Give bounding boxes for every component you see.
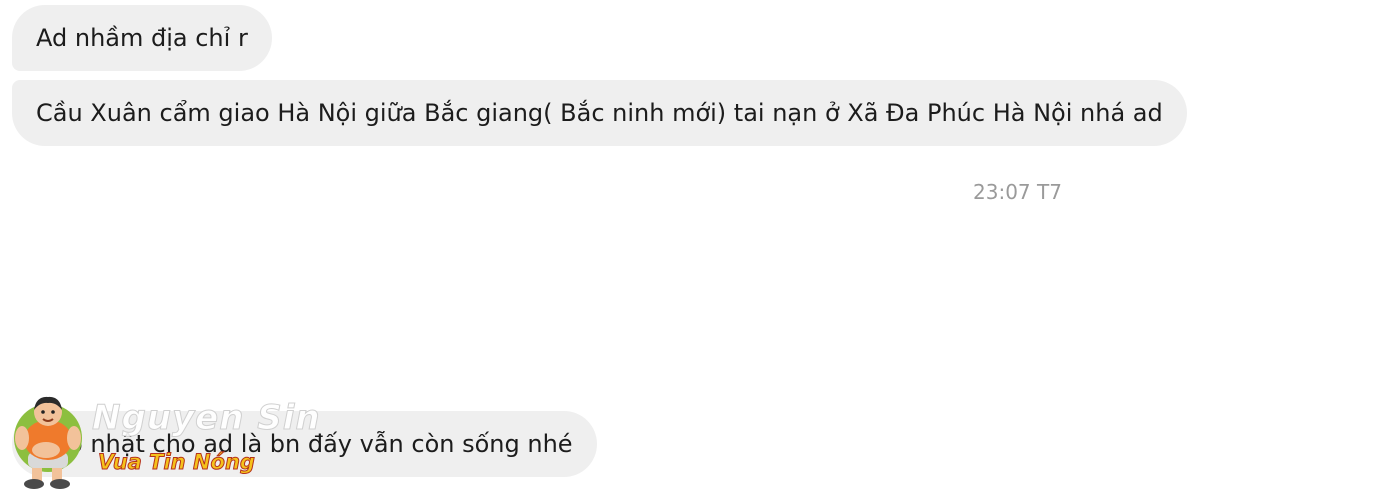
message-timestamp: 23:07 T7 — [973, 180, 1062, 204]
message-bubble[interactable]: Ad nhầm địa chỉ r — [12, 5, 272, 71]
message-bubble[interactable]: Cập nhật cho ad là bn đấy vẫn còn sống n… — [12, 411, 597, 477]
chat-thread: Ad nhầm địa chỉ r Cầu Xuân cẩm giao Hà N… — [0, 0, 1377, 502]
message-bubble[interactable]: Cầu Xuân cẩm giao Hà Nội giữa Bắc giang(… — [12, 80, 1187, 146]
